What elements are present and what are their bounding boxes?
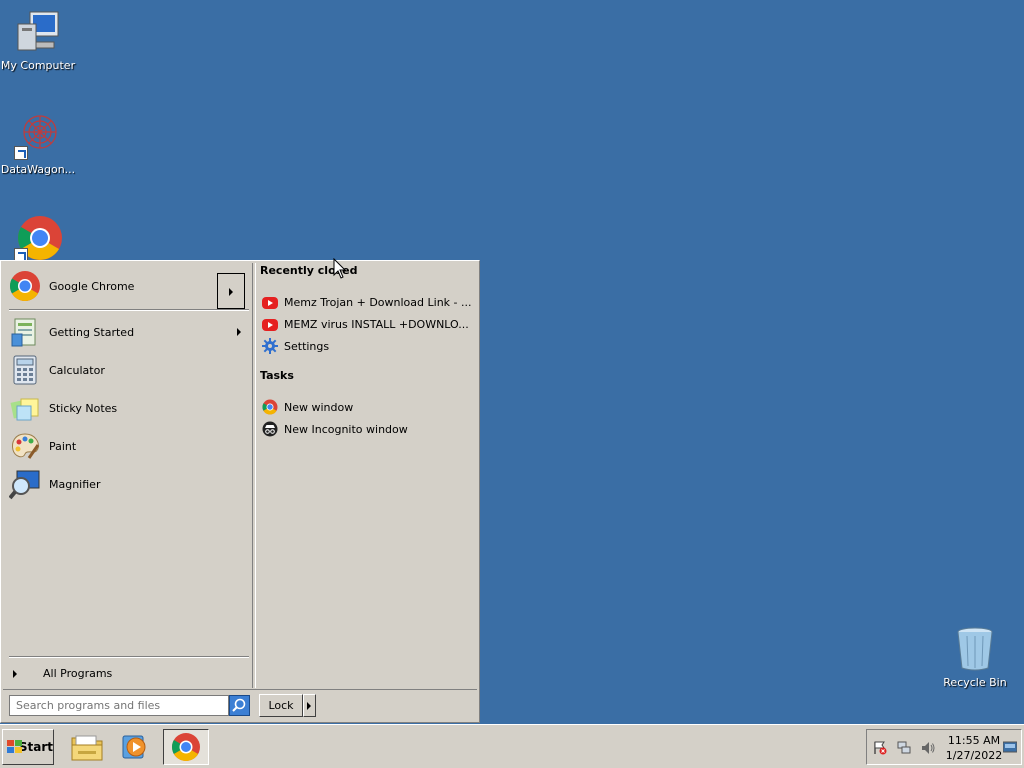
search-icon [232,698,246,712]
desktop-icon-recycle-bin[interactable]: Recycle Bin [940,626,1010,689]
magnifier-icon [8,468,41,500]
taskbar: Start 11:55 AM 1/27/2022 [0,724,1024,768]
search-input[interactable] [9,695,229,716]
all-programs-button[interactable]: All Programs [13,667,112,680]
start-menu-programs-pane: Google Chrome Getting Started Calculator… [3,263,253,688]
chevron-right-icon [13,669,17,678]
clock-date: 1/27/2022 [945,749,1003,762]
taskbar-chrome-button[interactable] [163,729,209,765]
tasks-heading: Tasks [260,369,294,382]
chrome-icon [9,270,41,302]
jump-list-toggle-button[interactable] [217,273,245,309]
jump-item-new-incognito-window[interactable]: New Incognito window [262,419,472,439]
start-button[interactable]: Start [2,729,54,765]
start-menu-bottom-bar: Lock [3,689,477,721]
all-programs-label: All Programs [43,667,113,680]
desktop-icon-label: My Computer [0,59,76,72]
taskbar-explorer-button[interactable] [64,729,110,765]
start-item-label: Calculator [49,363,105,377]
start-item-label: Google Chrome [49,279,135,293]
desktop-icon-label: DataWagon... [0,163,76,176]
jump-list-pane: Recently closed Memz Trojan + Download L… [255,263,477,688]
chrome-icon [14,214,62,262]
chevron-right-icon [229,288,233,296]
windows-logo-icon [7,740,22,754]
start-item-getting-started[interactable]: Getting Started [9,314,249,350]
desktop-icon-datawagon[interactable]: DataWagon... [0,112,76,176]
clock[interactable]: 11:55 AM 1/27/2022 [941,733,1007,763]
lock-button[interactable]: Lock [259,694,303,717]
jump-item-label: Settings [284,339,330,353]
start-item-label: Sticky Notes [49,401,118,415]
search-button[interactable] [229,695,250,716]
jump-item-label: MEMZ virus INSTALL +DOWNLO... [284,317,469,331]
chrome-icon [262,399,278,415]
incognito-icon [262,421,278,437]
menu-separator [9,309,249,311]
folder-icon [71,735,103,761]
start-item-paint[interactable]: Paint [9,428,249,464]
jump-item-memz-virus[interactable]: MEMZ virus INSTALL +DOWNLO... [262,314,472,334]
system-tray: 11:55 AM 1/27/2022 [866,729,1022,765]
desktop-icon-my-computer[interactable]: My Computer [0,8,76,72]
taskbar-media-player-button[interactable] [112,729,158,765]
action-center-flag-icon[interactable] [873,741,887,755]
computer-icon [14,8,62,56]
start-item-label: Paint [49,439,77,453]
jump-item-new-window[interactable]: New window [262,397,472,417]
start-item-magnifier[interactable]: Magnifier [8,466,249,502]
start-item-sticky-notes[interactable]: Sticky Notes [9,390,249,426]
sticky-notes-icon [9,392,41,424]
start-item-calculator[interactable]: Calculator [9,352,249,388]
getting-started-icon [9,316,41,348]
jump-item-label: New window [284,400,354,414]
lock-options-button[interactable] [303,694,316,717]
volume-icon[interactable] [921,741,935,755]
chevron-right-icon [237,328,241,336]
start-menu: Google Chrome Getting Started Calculator… [0,260,480,723]
start-label: Start [18,740,53,754]
desktop-icon-label: Recycle Bin [943,676,1007,689]
desktop-icon-chrome[interactable] [0,214,76,265]
clock-time: 11:55 AM [947,734,1001,747]
chrome-icon [172,733,200,761]
start-item-label: Magnifier [49,477,101,491]
network-icon[interactable] [897,741,911,755]
shortcut-arrow-icon [14,146,28,160]
media-player-icon [122,735,146,759]
show-desktop-icon[interactable] [1002,740,1018,754]
datawagon-icon [14,112,62,160]
jump-item-memz-trojan[interactable]: Memz Trojan + Download Link - ... [262,292,472,312]
menu-separator [9,656,249,658]
jump-item-label: Memz Trojan + Download Link - ... [284,295,472,309]
start-item-label: Getting Started [49,325,135,339]
jump-item-label: New Incognito window [284,422,408,436]
jump-item-settings[interactable]: Settings [262,336,472,356]
recycle-bin-icon [955,626,995,672]
start-item-google-chrome[interactable]: Google Chrome [9,268,249,309]
paint-icon [9,430,41,462]
gear-icon [262,338,278,354]
youtube-icon [262,297,278,309]
calculator-icon [9,354,41,386]
youtube-icon [262,319,278,331]
